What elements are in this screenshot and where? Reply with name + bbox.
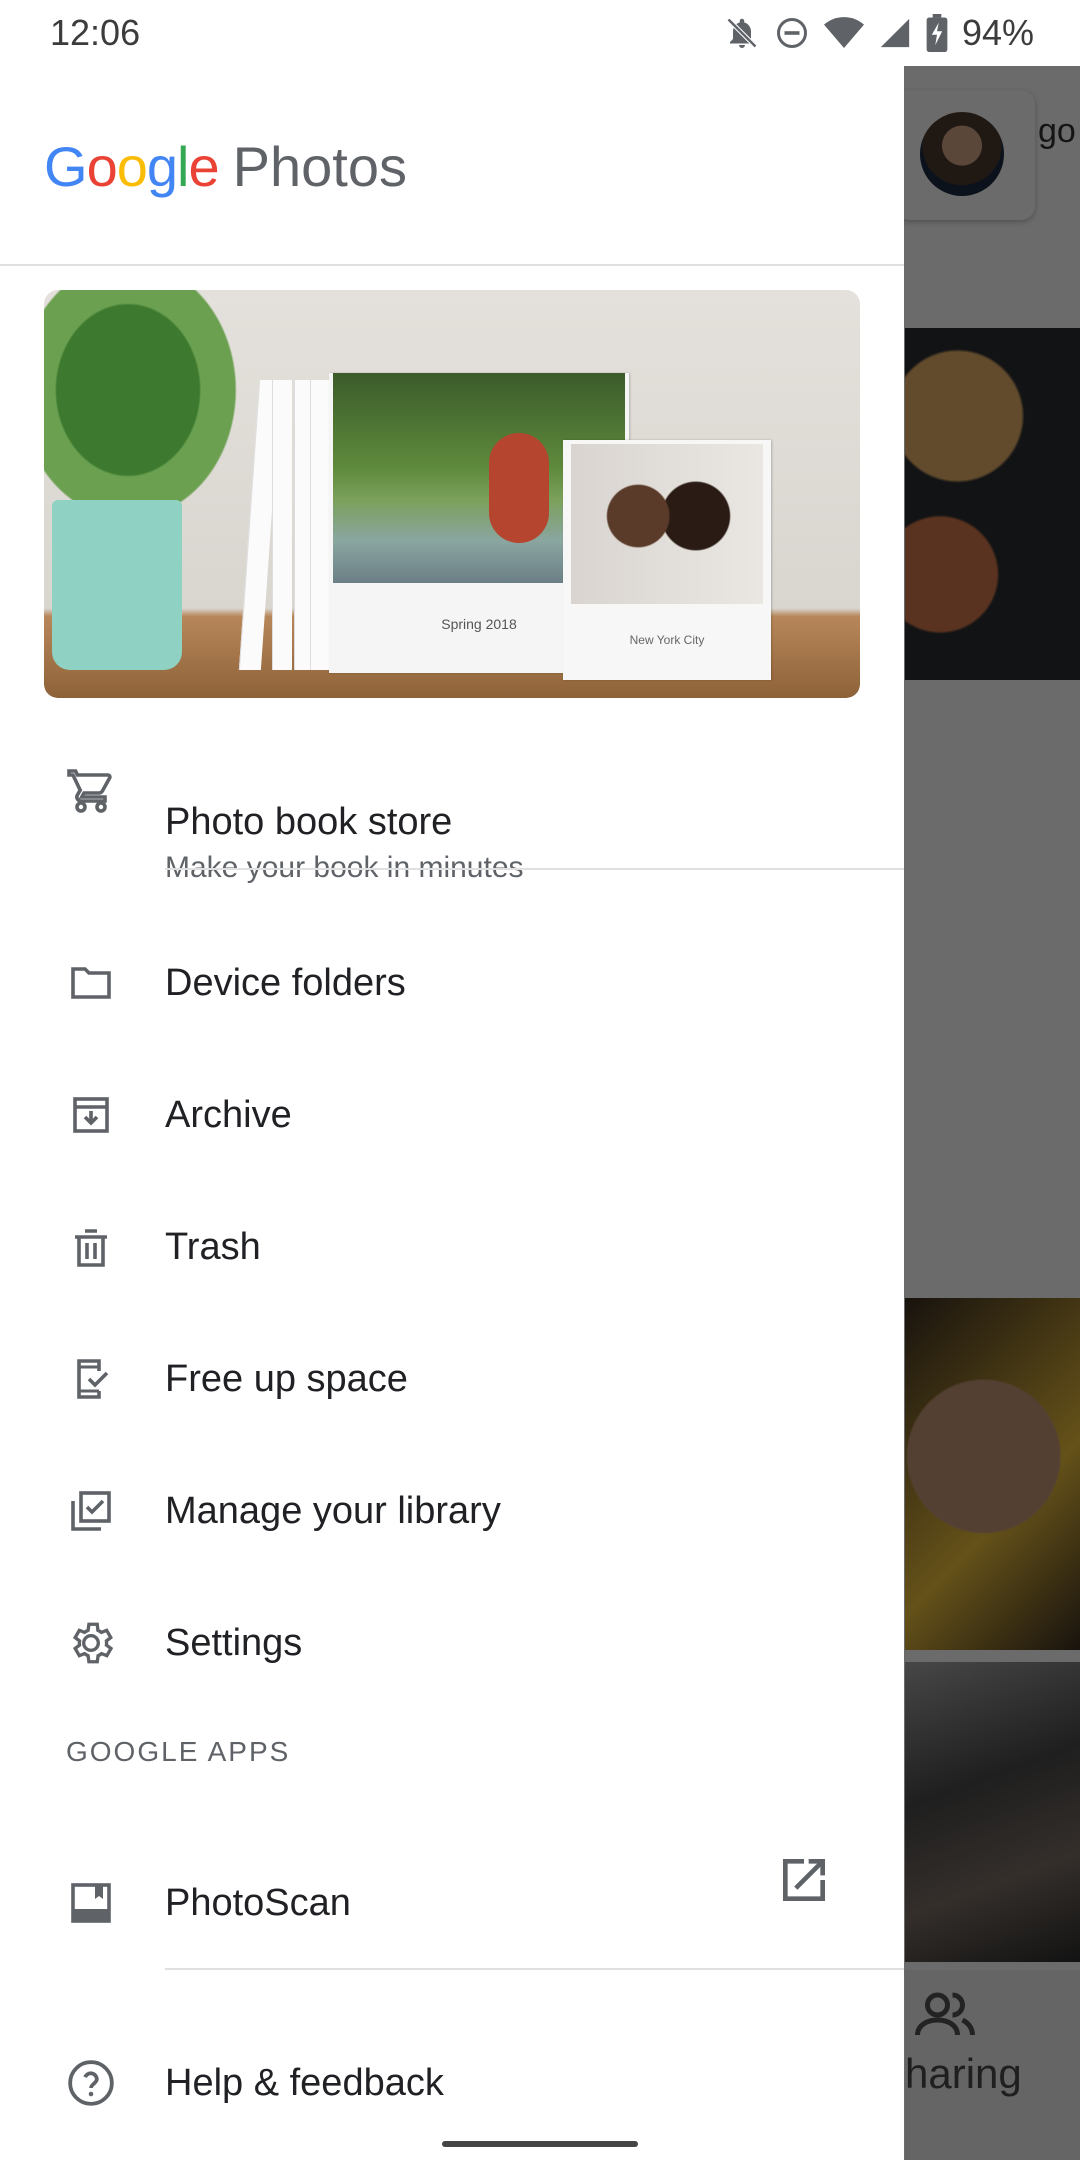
book-spine (272, 380, 292, 670)
divider (165, 868, 904, 870)
menu-item-archive[interactable]: Archive (0, 1090, 904, 1222)
menu-label: Manage your library (165, 1490, 501, 1532)
menu-item-manage-library[interactable]: Manage your library (0, 1486, 904, 1618)
battery-percent: 94% (961, 12, 1034, 53)
menu-label: PhotoScan (165, 1882, 351, 1924)
menu-item-photoscan[interactable]: PhotoScan (0, 1878, 904, 2010)
book-cover-photo (571, 444, 763, 604)
book-spine (310, 380, 330, 670)
menu-item-photo-book-store[interactable]: Photo book store Make your book in minut… (0, 721, 904, 884)
status-time: 12:06 (50, 12, 141, 53)
logo-product-name: Photos (232, 135, 407, 198)
menu-item-trash[interactable]: Trash (0, 1222, 904, 1354)
library-check-icon (66, 1486, 116, 1536)
navigation-drawer: Google Photos Spring 2018 New York City P… (0, 66, 904, 2160)
menu-label: Archive (165, 1094, 292, 1136)
archive-icon (66, 1090, 116, 1140)
divider (165, 1968, 904, 1970)
google-photos-logo: Google Photos (44, 135, 407, 198)
open-external-icon[interactable] (776, 1852, 832, 1908)
trash-icon (66, 1222, 116, 1272)
status-bar: 12:06 94% (0, 0, 1080, 66)
menu-item-device-folders[interactable]: Device folders (0, 958, 904, 1090)
cart-icon (66, 766, 116, 816)
phone-check-icon (66, 1354, 116, 1404)
menu-label: Trash (165, 1226, 261, 1268)
drawer-header: Google Photos (0, 66, 904, 266)
pot-illustration (52, 500, 182, 670)
photo-book-promo-image[interactable]: Spring 2018 New York City (44, 290, 860, 698)
help-circle-icon (66, 2058, 116, 2108)
menu-item-free-up-space[interactable]: Free up space (0, 1354, 904, 1486)
book-caption: New York City (629, 633, 705, 647)
signal-icon (880, 18, 910, 48)
photo-book: New York City (563, 440, 771, 680)
menu-label: Free up space (165, 1358, 408, 1400)
menu-item-settings[interactable]: Settings (0, 1618, 904, 1750)
section-header: GOOGLE APPS (66, 1736, 291, 1767)
menu-label: Device folders (165, 962, 406, 1004)
gear-icon (66, 1618, 116, 1668)
menu-label: Settings (165, 1622, 303, 1664)
status-icons: 94% (724, 12, 1034, 54)
menu-label: Photo book store (165, 801, 453, 843)
bell-off-icon (726, 17, 758, 49)
folder-icon (66, 958, 116, 1008)
battery-charging-icon (926, 14, 948, 52)
wifi-icon (823, 17, 864, 48)
gesture-nav-handle[interactable] (442, 2141, 638, 2147)
do-not-disturb-icon (776, 18, 807, 48)
menu-label: Help & feedback (165, 2062, 444, 2104)
photoscan-icon (66, 1878, 116, 1928)
child-on-tricycle (489, 433, 549, 543)
